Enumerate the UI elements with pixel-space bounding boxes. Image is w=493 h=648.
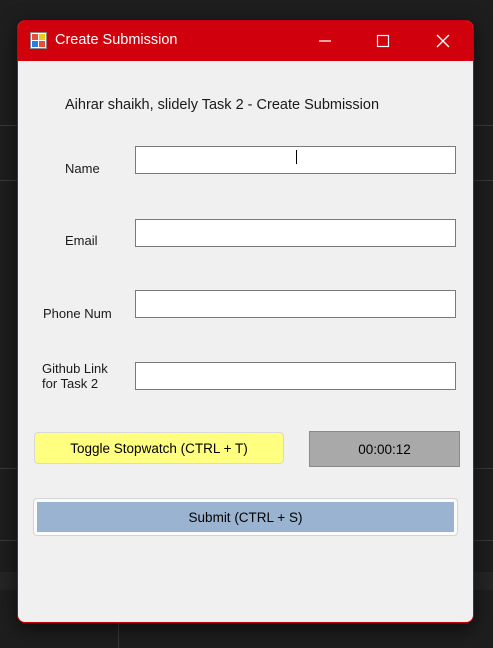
toggle-stopwatch-button[interactable]: Toggle Stopwatch (CTRL + T) (34, 432, 284, 464)
window-title: Create Submission (55, 32, 178, 48)
close-button[interactable] (420, 21, 466, 61)
github-label-line1: Github Link (42, 361, 108, 376)
maximize-button[interactable] (360, 21, 406, 61)
email-input[interactable] (135, 219, 456, 247)
close-icon (436, 34, 450, 48)
github-label: Github Link for Task 2 (42, 361, 108, 391)
app-icon (30, 32, 47, 49)
maximize-icon (376, 34, 390, 48)
desktop-line (118, 620, 119, 648)
create-submission-window: Create Submission Aihrar shaikh, slidely… (17, 20, 474, 623)
stopwatch-display: 00:00:12 (309, 431, 460, 467)
minimize-button[interactable] (302, 21, 348, 61)
github-link-input[interactable] (135, 362, 456, 390)
title-bar[interactable]: Create Submission (18, 21, 473, 61)
github-label-line2: for Task 2 (42, 376, 99, 391)
text-caret (296, 150, 297, 164)
minimize-icon (319, 40, 331, 42)
submit-button[interactable]: Submit (CTRL + S) (33, 498, 458, 536)
form-heading: Aihrar shaikh, slidely Task 2 - Create S… (65, 97, 380, 113)
email-label: Email (65, 233, 98, 248)
phone-label: Phone Num (43, 306, 112, 321)
submit-button-label: Submit (CTRL + S) (37, 502, 454, 532)
name-label: Name (65, 161, 100, 176)
phone-input[interactable] (135, 290, 456, 318)
